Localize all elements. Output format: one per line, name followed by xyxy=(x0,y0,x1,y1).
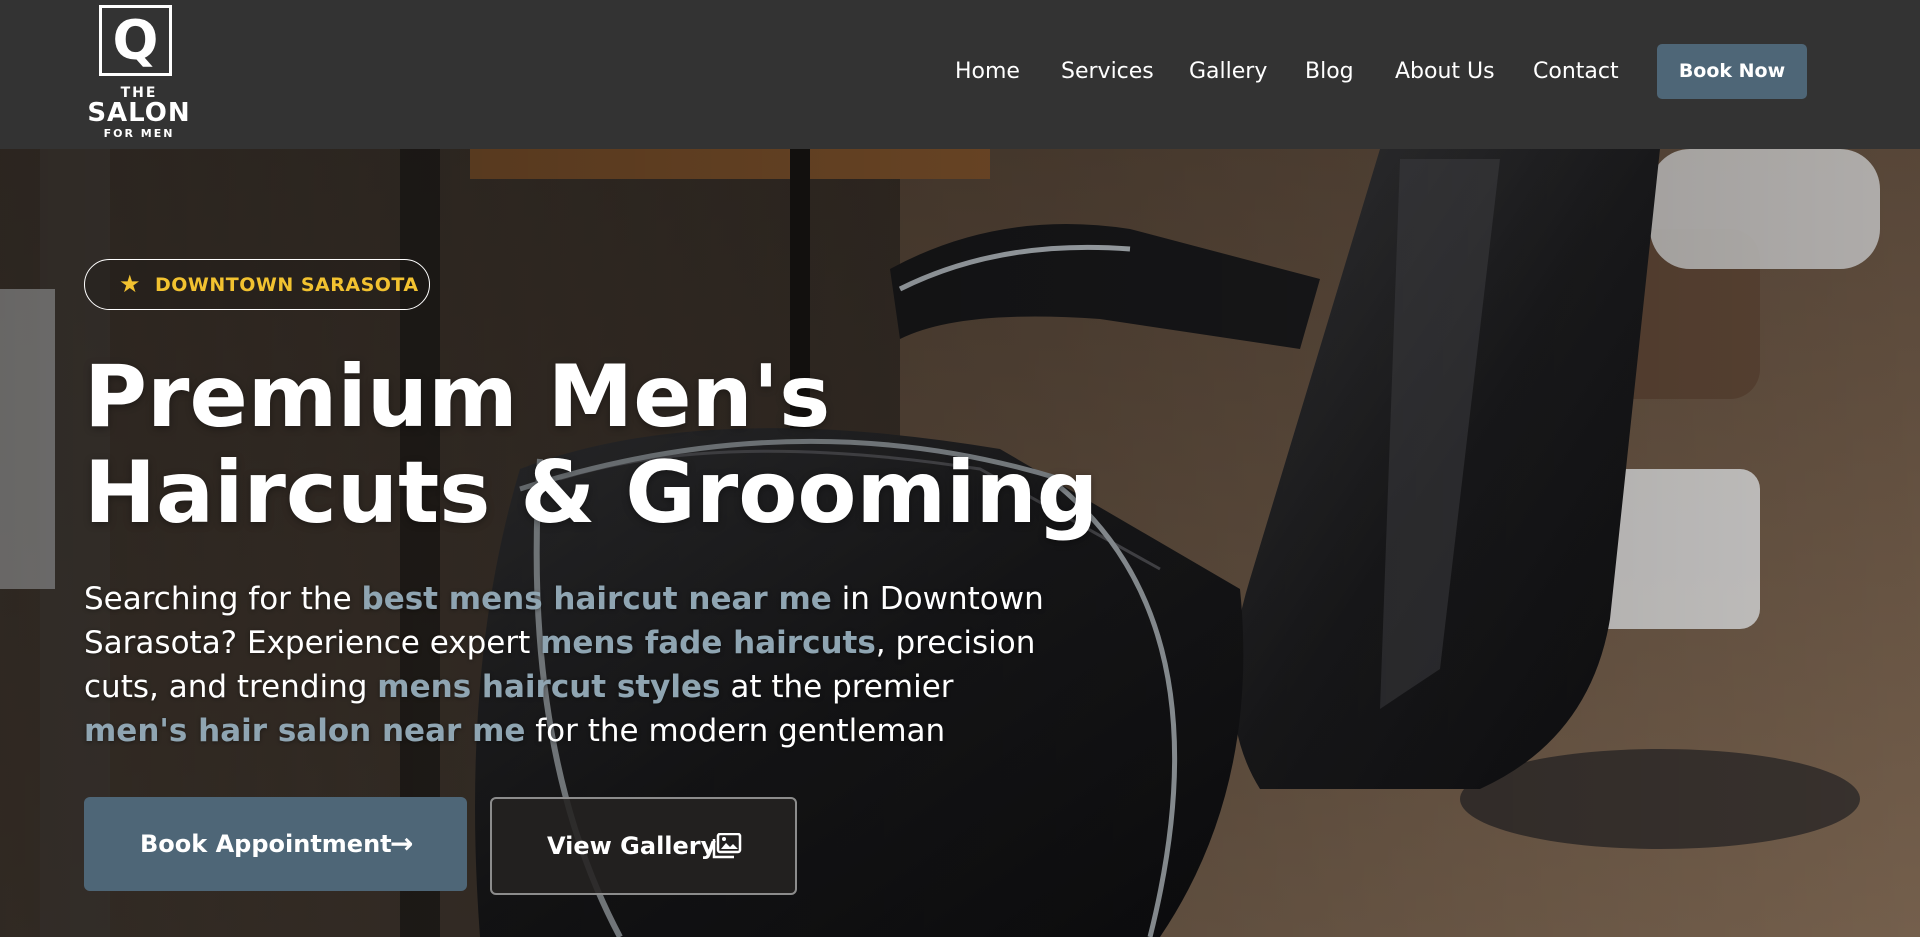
view-gallery-label: View Gallery xyxy=(547,832,717,860)
desc-line-3: cuts, and trending mens haircut styles a… xyxy=(84,665,1044,709)
hero-title: Premium Men's Haircuts & Grooming xyxy=(84,349,1098,541)
keyword-link[interactable]: mens haircut styles xyxy=(377,669,720,705)
desc-text: , precision xyxy=(875,625,1036,661)
desc-text: Sarasota? Experience expert xyxy=(84,625,541,661)
arrow-right-icon: → xyxy=(390,827,414,860)
desc-text: at the premier xyxy=(720,669,954,705)
nav-blog[interactable]: Blog xyxy=(1305,56,1354,88)
nav-contact[interactable]: Contact xyxy=(1533,56,1619,88)
desc-text: in Downtown xyxy=(831,581,1044,617)
nav-home[interactable]: Home xyxy=(955,56,1020,88)
keyword-link[interactable]: men's hair salon near me xyxy=(84,713,525,749)
view-gallery-button[interactable]: View Gallery xyxy=(490,797,797,895)
images-icon xyxy=(712,833,742,859)
main-nav: Home Services Gallery Blog About Us Cont… xyxy=(0,56,1920,88)
desc-line-2: Sarasota? Experience expert mens fade ha… xyxy=(84,621,1044,665)
hero-section: ★ DOWNTOWN SARASOTA Premium Men's Haircu… xyxy=(0,149,1920,937)
location-badge: ★ DOWNTOWN SARASOTA xyxy=(84,259,430,310)
nav-services[interactable]: Services xyxy=(1061,56,1154,88)
desc-text: Searching for the xyxy=(84,581,362,617)
logo-for-men: FOR MEN xyxy=(103,127,175,140)
badge-text: DOWNTOWN SARASOTA xyxy=(155,274,419,296)
desc-text: cuts, and trending xyxy=(84,669,378,705)
desc-line-4: men's hair salon near me for the modern … xyxy=(84,709,1044,753)
hero-description: Searching for the best mens haircut near… xyxy=(84,577,1044,753)
keyword-link[interactable]: mens fade haircuts xyxy=(540,625,876,661)
logo-salon: SALON xyxy=(87,98,191,128)
book-now-button[interactable]: Book Now xyxy=(1657,44,1807,99)
site-header: Q THE SALON FOR MEN Home Services Galler… xyxy=(0,0,1920,149)
book-appointment-label: Book Appointment xyxy=(140,830,392,858)
hero-title-line-1: Premium Men's xyxy=(84,347,831,447)
star-icon: ★ xyxy=(119,270,141,298)
desc-line-1: Searching for the best mens haircut near… xyxy=(84,577,1044,621)
nav-about-us[interactable]: About Us xyxy=(1395,56,1495,88)
book-appointment-button[interactable]: Book Appointment → xyxy=(84,797,467,891)
nav-gallery[interactable]: Gallery xyxy=(1189,56,1267,88)
hero-title-line-2: Haircuts & Grooming xyxy=(84,443,1099,543)
keyword-link[interactable]: best mens haircut near me xyxy=(362,581,832,617)
desc-text: for the modern gentleman xyxy=(525,713,946,749)
